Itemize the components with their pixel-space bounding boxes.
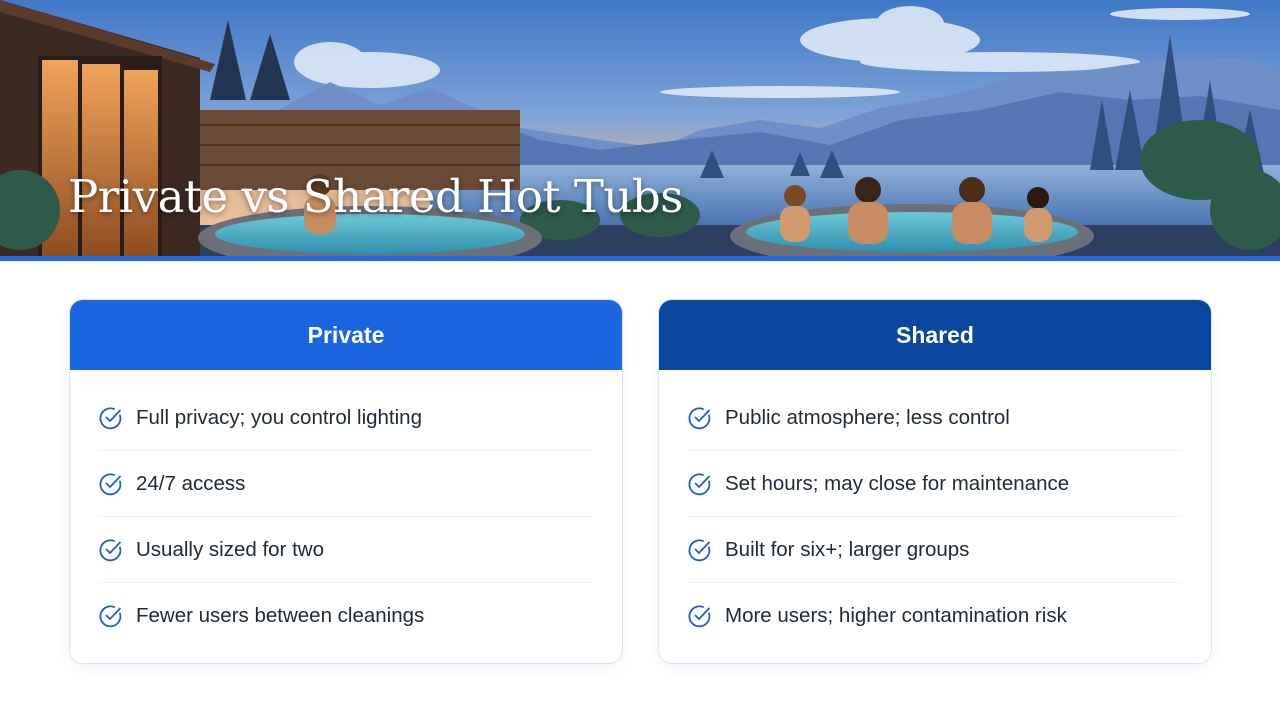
list-item: Usually sized for two bbox=[98, 517, 593, 583]
check-circle-icon bbox=[99, 472, 122, 495]
list-item: Fewer users between cleanings bbox=[98, 583, 593, 649]
list-item: 24/7 access bbox=[98, 451, 593, 517]
shared-card: Shared Public atmosphere; less control S… bbox=[658, 299, 1212, 664]
list-item-text: More users; higher contamination risk bbox=[725, 604, 1067, 627]
list-item-text: Public atmosphere; less control bbox=[725, 405, 1010, 429]
list-item: Built for six+; larger groups bbox=[687, 517, 1182, 583]
list-item-text: Fewer users between cleanings bbox=[136, 604, 425, 627]
shared-feature-list: Public atmosphere; less control Set hour… bbox=[659, 370, 1211, 649]
shared-card-title: Shared bbox=[896, 321, 974, 348]
private-card-header: Private bbox=[70, 300, 622, 370]
list-item-text: Set hours; may close for maintenance bbox=[725, 471, 1070, 495]
check-circle-icon bbox=[688, 538, 711, 561]
private-card-title: Private bbox=[307, 321, 385, 348]
accent-divider bbox=[0, 256, 1280, 261]
check-circle-icon bbox=[688, 605, 711, 628]
list-item-text: Full privacy; you control lighting bbox=[136, 405, 422, 429]
check-circle-icon bbox=[99, 605, 122, 628]
private-card: Private Full privacy; you control lighti… bbox=[69, 299, 623, 664]
check-circle-icon bbox=[99, 406, 122, 429]
list-item: Set hours; may close for maintenance bbox=[687, 451, 1182, 517]
page-title: Private vs Shared Hot Tubs bbox=[68, 170, 683, 223]
list-item: Public atmosphere; less control bbox=[687, 385, 1182, 451]
list-item-text: 24/7 access bbox=[136, 471, 246, 495]
list-item: More users; higher contamination risk bbox=[687, 583, 1182, 649]
list-item-text: Built for six+; larger groups bbox=[725, 537, 970, 561]
check-circle-icon bbox=[688, 472, 711, 495]
list-item-text: Usually sized for two bbox=[136, 537, 324, 561]
shared-card-header: Shared bbox=[659, 300, 1211, 370]
check-circle-icon bbox=[99, 538, 122, 561]
check-circle-icon bbox=[688, 406, 711, 429]
private-feature-list: Full privacy; you control lighting 24/7 … bbox=[70, 370, 622, 649]
list-item: Full privacy; you control lighting bbox=[98, 385, 593, 451]
